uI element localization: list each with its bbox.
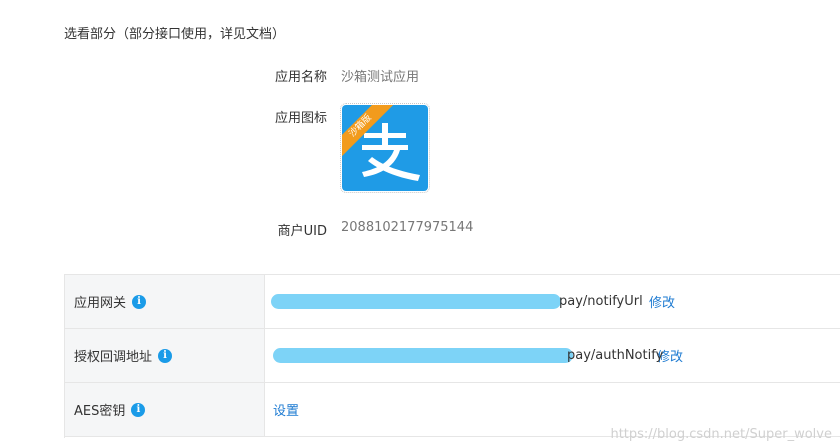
auth-callback-url-tail: pay/authNotify: [567, 348, 664, 363]
aes-key-label: AES密钥: [74, 404, 126, 419]
gateway-url: pay/notifyUrl: [265, 294, 643, 309]
gateway-label: 应用网关: [74, 296, 127, 311]
app-name-value: 沙箱测试应用: [341, 70, 420, 85]
alipay-app-icon: 沙箱版: [340, 103, 430, 193]
edit-gateway-link[interactable]: 修改: [649, 292, 675, 311]
app-icon-label: 应用图标: [274, 111, 327, 126]
table-row-auth-callback: 授权回调地址 i pay/authNotify 修改: [65, 329, 840, 383]
auth-callback-label-cell: 授权回调地址 i: [65, 329, 265, 382]
gateway-label-cell: 应用网关 i: [65, 275, 265, 328]
gateway-url-tail: pay/notifyUrl: [559, 294, 643, 309]
redaction-mark: [273, 348, 573, 363]
watermark: https://blog.csdn.net/Super_wolve: [610, 427, 832, 442]
set-aes-key-link[interactable]: 设置: [273, 400, 299, 419]
section-title: 选看部分（部分接口使用，详见文档）: [64, 27, 286, 42]
info-icon[interactable]: i: [158, 348, 173, 363]
alipay-logo-icon: [362, 123, 420, 181]
redaction-mark: [271, 294, 561, 309]
aes-key-label-cell: AES密钥 i: [65, 383, 265, 436]
auth-callback-label: 授权回调地址: [74, 350, 153, 365]
config-table: 应用网关 i pay/notifyUrl 修改 授权回调地址 i pay/aut…: [64, 274, 840, 438]
info-icon[interactable]: i: [131, 402, 146, 417]
app-name-label: 应用名称: [274, 70, 327, 85]
table-row-gateway: 应用网关 i pay/notifyUrl 修改: [65, 275, 840, 329]
info-icon[interactable]: i: [132, 294, 147, 309]
auth-callback-url: pay/authNotify: [265, 348, 663, 363]
gateway-value-cell: pay/notifyUrl 修改: [265, 275, 840, 328]
merchant-uid-value: 2088102177975144: [341, 220, 474, 235]
merchant-uid-label: 商户UID: [277, 224, 327, 239]
auth-callback-value-cell: pay/authNotify 修改: [265, 329, 840, 382]
